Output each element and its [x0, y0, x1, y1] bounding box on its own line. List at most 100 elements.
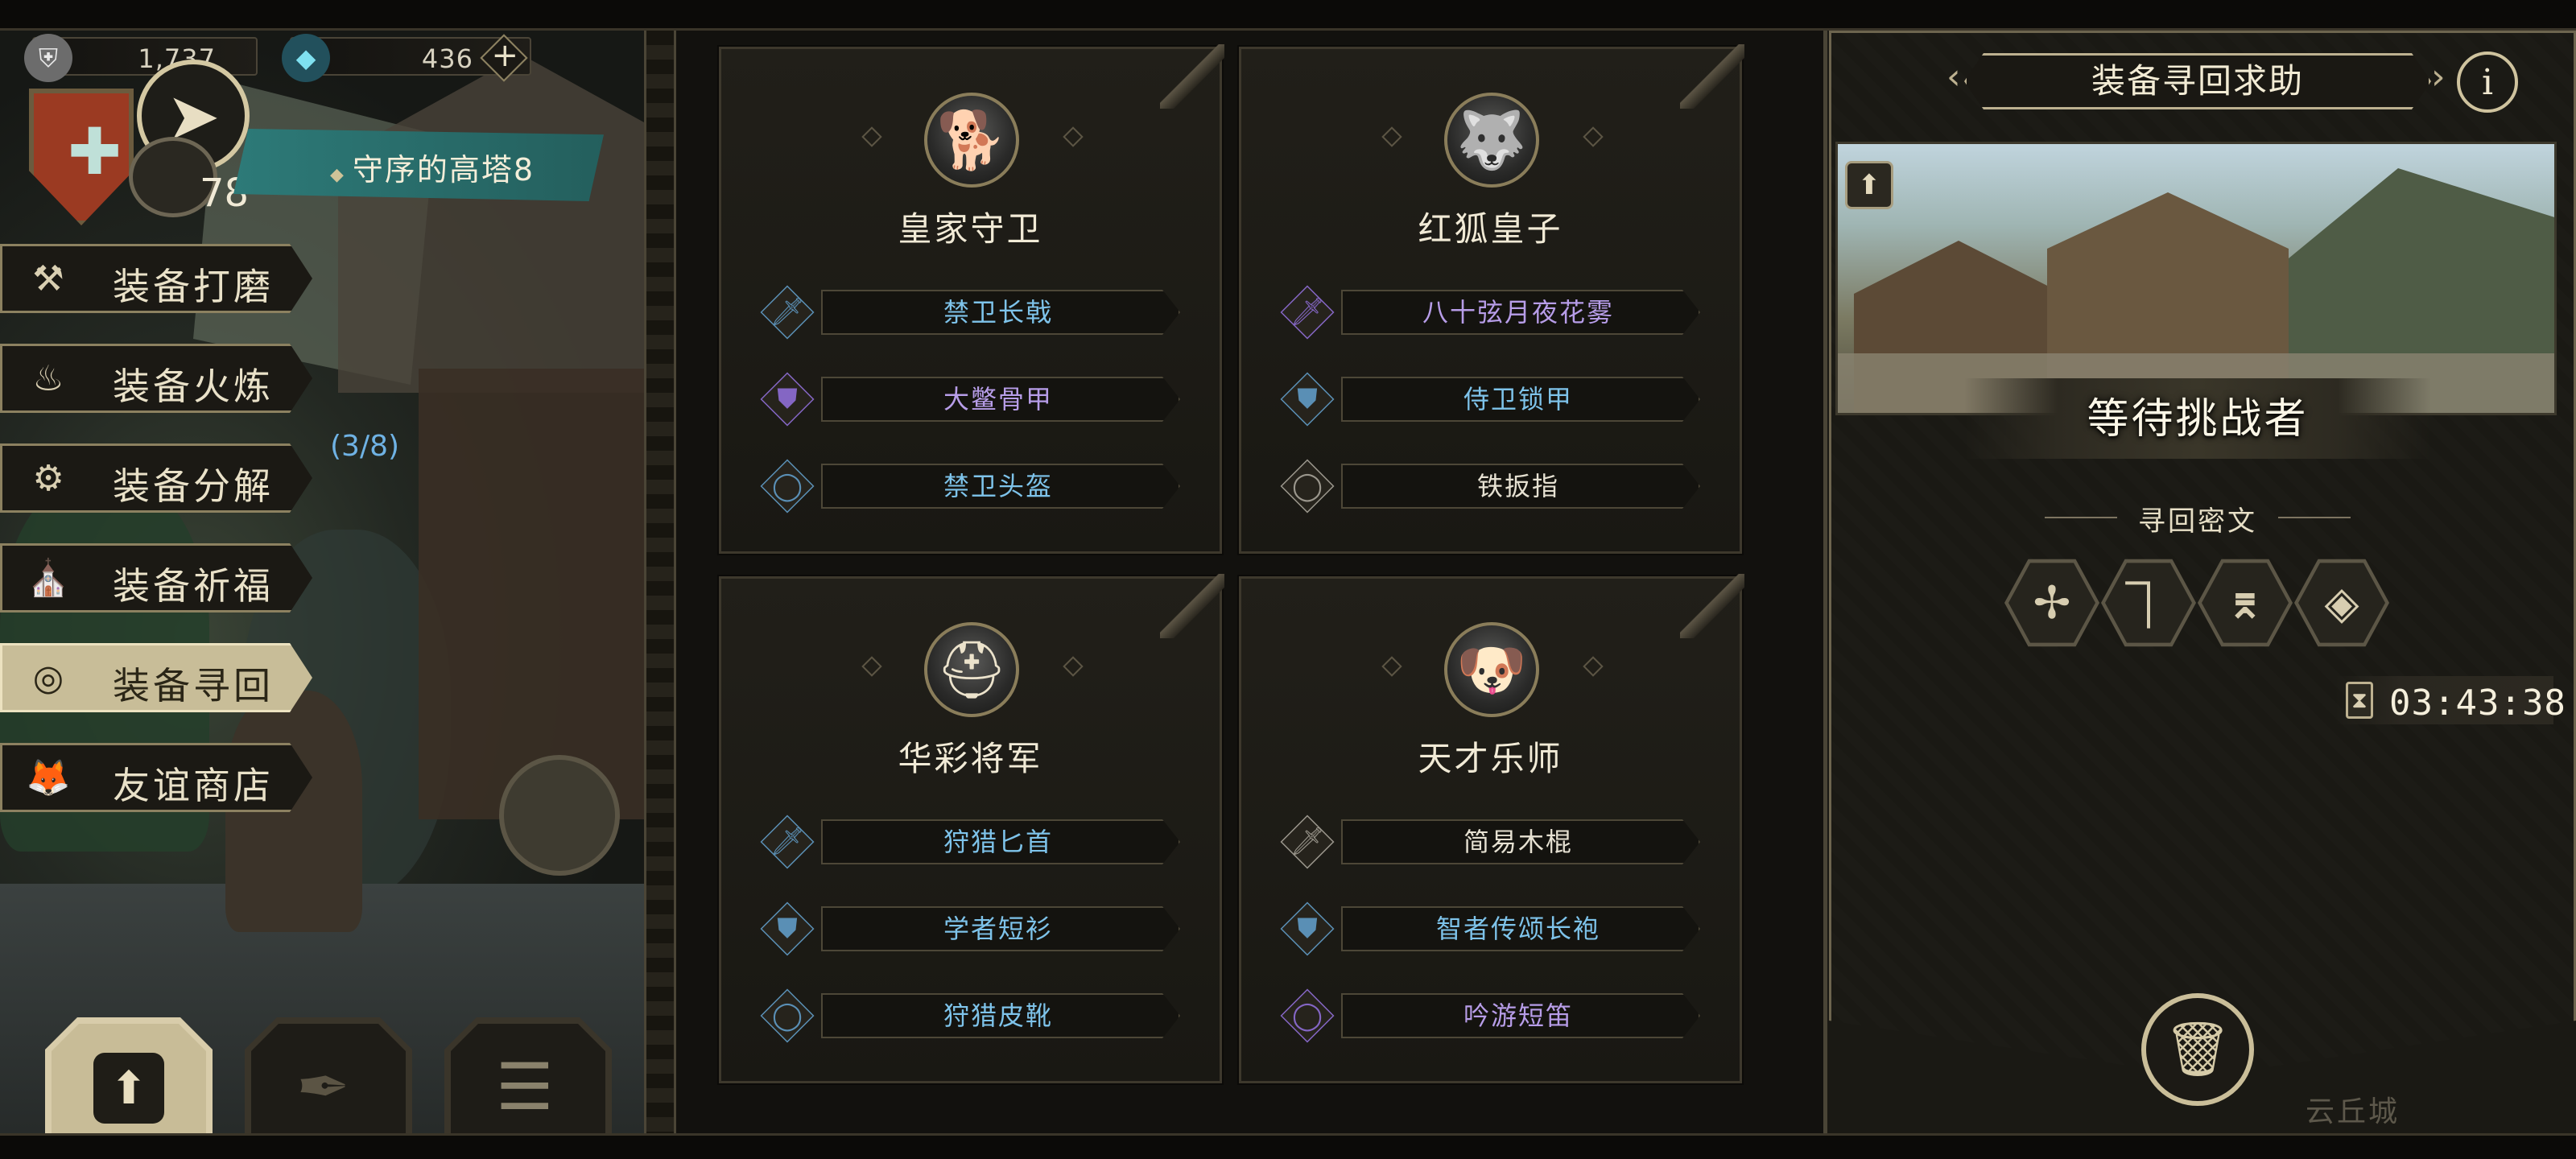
gem-currency: ◆ 436 +: [282, 34, 531, 82]
panel-divider: [644, 31, 676, 1133]
dog-musician-portrait: 🐶: [1444, 622, 1539, 717]
cipher-rune[interactable]: ⏋: [2101, 555, 2196, 650]
gear-break-icon: ⚙: [32, 457, 64, 499]
menu-item-dismantle[interactable]: ⚙ 装备分解: [0, 439, 322, 517]
card-corner-ornament: [1160, 44, 1224, 109]
equipment-row[interactable]: ⛊ 侍卫锁甲: [1280, 372, 1708, 427]
panel-title: 装备寻回求助: [2091, 61, 2304, 101]
bottom-frame: [0, 1133, 2576, 1159]
equipment-row[interactable]: ⛊ 大鳖骨甲: [760, 372, 1188, 427]
equipment-row[interactable]: ◯ 铁扳指: [1280, 459, 1708, 514]
menu-item-bless[interactable]: ⛪ 装备祈福: [0, 539, 322, 617]
crystal-icon: ◆: [282, 34, 330, 82]
info-icon: i: [2481, 61, 2494, 103]
trash-icon: 🗑: [2164, 1018, 2231, 1080]
equipment-name: 大鳖骨甲: [943, 384, 1053, 415]
candidate-card[interactable]: ⛑ 华彩将军 🗡 狩猎匕首 ⛊ 学者短衫 ◯ 狩猎皮靴: [717, 574, 1224, 1085]
menu-label: 装备分解: [113, 464, 274, 508]
sword-icon: 🗡: [1290, 826, 1325, 858]
ring-icon: ◯: [771, 1000, 803, 1032]
armor-icon: ⛊: [1297, 913, 1318, 945]
divider-line: [2278, 517, 2351, 518]
equipment-row[interactable]: ⛊ 学者短衫: [760, 901, 1188, 956]
menu-item-shop[interactable]: 🦊 友谊商店: [0, 739, 322, 816]
equipment-row[interactable]: ◯ 吟游短笛: [1280, 988, 1708, 1043]
ring-icon: ◯: [1291, 1000, 1323, 1032]
equipment-row[interactable]: 🗡 禁卫长戟: [760, 285, 1188, 340]
equipment-name: 学者短衫: [943, 914, 1053, 944]
diamond-ornament: [1583, 656, 1604, 677]
location-name: 守序的高塔8: [352, 152, 535, 188]
equipment-name: 简易木棍: [1463, 827, 1573, 857]
equipment-row[interactable]: 🗡 简易木棍: [1280, 815, 1708, 869]
diamond-ornament: [1381, 126, 1402, 147]
armor-icon: ⛊: [777, 913, 798, 945]
sword-icon: 🗡: [770, 296, 805, 328]
candidate-card[interactable]: 🐺 红狐皇子 🗡 八十弦月夜花雾 ⛊ 侍卫锁甲 ◯ 铁扳指: [1237, 44, 1744, 555]
cipher-label: 寻回密文: [2138, 505, 2257, 538]
dismantle-progress: (3/8): [330, 430, 400, 463]
armor-icon: ⛊: [1297, 383, 1318, 415]
upload-icon: ⬆: [1857, 169, 1881, 201]
plus-icon: +: [491, 37, 518, 74]
card-corner-ornament: [1160, 574, 1224, 638]
menu-label: 装备祈福: [113, 564, 274, 608]
diamond-ornament: [861, 126, 882, 147]
equipment-name: 智者传颂长袍: [1435, 914, 1600, 944]
equipment-name: 狩猎匕首: [943, 827, 1053, 857]
list-icon: ☰: [496, 1050, 554, 1124]
info-button[interactable]: i: [2457, 52, 2518, 113]
top-frame: [0, 0, 2576, 31]
target-icon: ◎: [32, 657, 64, 699]
fox-icon: 🦊: [26, 757, 71, 798]
equipment-row[interactable]: ⛊ 智者传颂长袍: [1280, 901, 1708, 956]
equipment-row[interactable]: ◯ 禁卫头盔: [760, 459, 1188, 514]
menu-item-polish[interactable]: ⚒ 装备打磨: [0, 240, 322, 317]
upload-icon: ⬆: [93, 1053, 164, 1124]
rune-glyph: ✢: [2033, 576, 2071, 629]
equipment-row[interactable]: ◯ 狩猎皮靴: [760, 988, 1188, 1043]
hourglass-icon: ⧗: [2346, 682, 2373, 719]
equipment-name: 八十弦月夜花雾: [1422, 297, 1614, 328]
equipment-name: 吟游短笛: [1463, 1000, 1573, 1031]
ring-icon: ◯: [771, 470, 803, 502]
share-button[interactable]: ⬆: [1845, 161, 1893, 209]
menu-label: 装备打磨: [113, 265, 274, 308]
candidate-name: 红狐皇子: [1418, 209, 1563, 249]
menu-label: 友谊商店: [113, 764, 274, 807]
ring-icon: ◯: [1291, 470, 1323, 502]
diamond-ornament: [861, 656, 882, 677]
rune-glyph: ◈: [2324, 576, 2359, 629]
gem-amount: 436: [421, 43, 473, 74]
equipment-name: 侍卫锁甲: [1463, 384, 1573, 415]
candidate-name: 皇家守卫: [898, 209, 1043, 249]
praying-hands-icon: ⛪: [26, 558, 71, 599]
timer-value: 03:43:38: [2389, 683, 2566, 724]
quill-icon: ✒: [296, 1050, 351, 1124]
candidate-card[interactable]: 🐶 天才乐师 🗡 简易木棍 ⛊ 智者传颂长袍 ◯ 吟游短笛: [1237, 574, 1744, 1085]
menu-label: 装备寻回: [113, 664, 274, 707]
cipher-rune[interactable]: ◈: [2294, 555, 2389, 650]
menu-item-forge[interactable]: ♨ 装备火炼: [0, 340, 322, 417]
cipher-rune[interactable]: ⌆: [2198, 555, 2293, 650]
cipher-rune[interactable]: ✢: [2004, 555, 2099, 650]
equipment-row[interactable]: 🗡 狩猎匕首: [760, 815, 1188, 869]
chevron-right-icon: ›: [2431, 56, 2446, 97]
armored-dog-portrait: 🐕: [924, 93, 1019, 188]
candidate-name: 天才乐师: [1418, 739, 1563, 778]
shield-coin-icon: ⛨: [24, 34, 72, 82]
helmeted-general-portrait: ⛑: [924, 622, 1019, 717]
chevron-left-icon: ‹: [1946, 56, 1961, 97]
diamond-ornament: [1063, 656, 1084, 677]
cancel-retrieve-button[interactable]: 🗑: [2141, 993, 2254, 1106]
hammer-icon: ⚒: [32, 258, 64, 299]
rune-glyph: ⏋: [2126, 580, 2171, 633]
equipment-name: 狩猎皮靴: [943, 1000, 1053, 1031]
menu-item-retrieve[interactable]: ◎ 装备寻回: [0, 639, 322, 716]
equipment-name: 禁卫头盔: [943, 471, 1053, 501]
equipment-row[interactable]: 🗡 八十弦月夜花雾: [1280, 285, 1708, 340]
sword-icon: 🗡: [770, 826, 805, 858]
candidate-name: 华彩将军: [898, 739, 1043, 778]
equipment-name: 铁扳指: [1476, 471, 1559, 501]
candidate-card[interactable]: 🐕 皇家守卫 🗡 禁卫长戟 ⛊ 大鳖骨甲 ◯ 禁卫头盔: [717, 44, 1224, 555]
